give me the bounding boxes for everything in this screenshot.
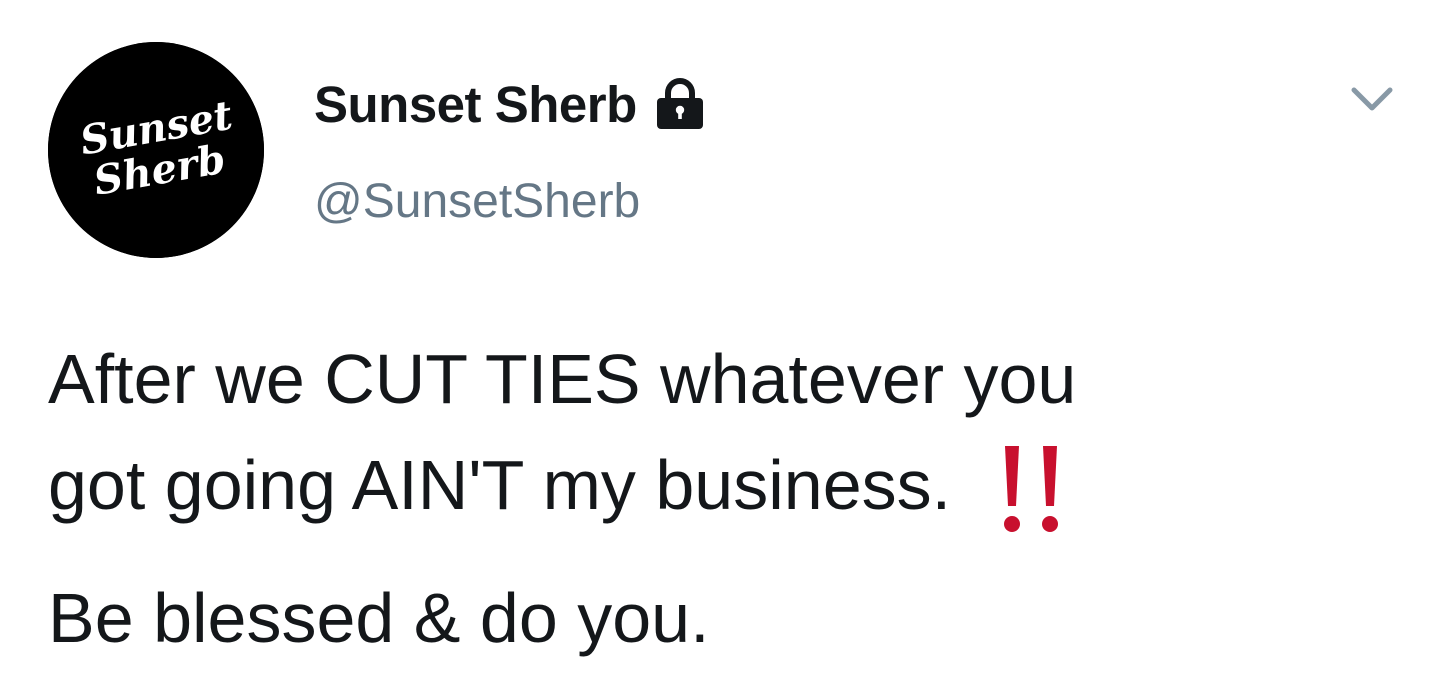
lock-icon [655,78,705,130]
tweet-header: Sunset Sherb @SunsetSherb [314,72,705,229]
avatar-logo: Sunset Sherb [48,42,264,258]
tweet-text-line: Be blessed & do you. [48,579,710,657]
display-name[interactable]: Sunset Sherb [314,75,637,134]
tweet-text: After we CUT TIES whatever you got going… [48,326,1388,671]
name-row: Sunset Sherb [314,72,705,136]
tweet-card: Sunset Sherb Sunset Sherb @SunsetSherb A… [0,0,1438,674]
tweet-text-line: got going AIN'T my business. [48,446,952,524]
tweet-text-line-with-emoji: got going AIN'T my business. [48,432,1388,565]
user-handle[interactable]: @SunsetSherb [314,174,705,229]
double-exclamation-mark-icon [999,444,1067,565]
avatar[interactable]: Sunset Sherb [48,42,264,258]
chevron-down-icon[interactable] [1350,84,1394,114]
tweet-text-line: After we CUT TIES whatever you [48,340,1077,418]
